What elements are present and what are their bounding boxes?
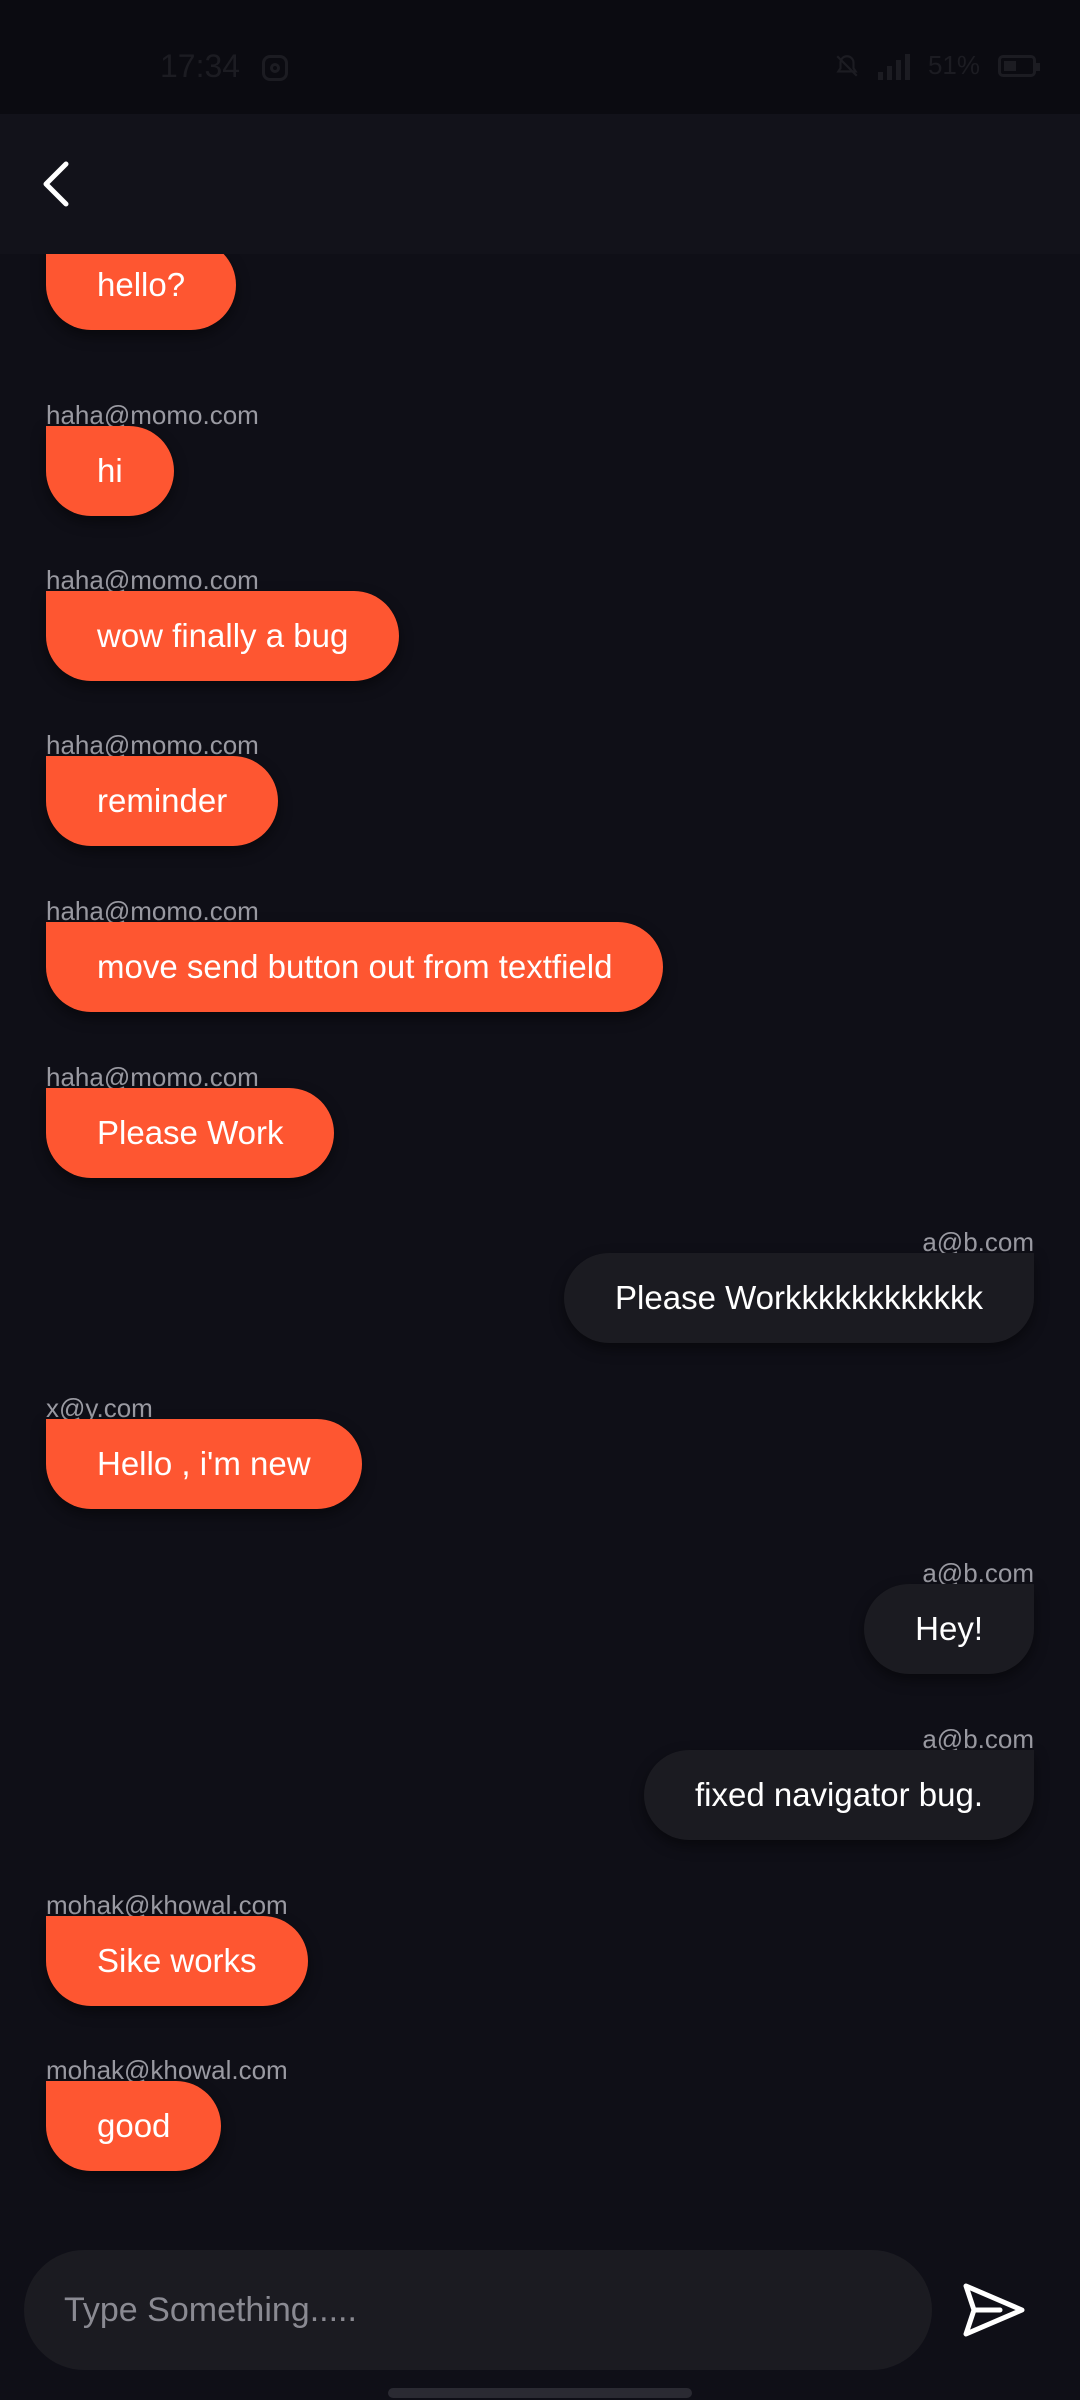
message-bubble[interactable]: Hey! xyxy=(864,1584,1034,1674)
send-icon[interactable] xyxy=(960,2276,1028,2344)
message-input[interactable] xyxy=(24,2250,932,2370)
message-bubble[interactable]: Hello , i'm new xyxy=(46,1419,362,1509)
composer-bar xyxy=(0,2220,1080,2400)
back-arrow-icon[interactable] xyxy=(28,154,88,214)
message-list[interactable]: hello? haha@momo.com hi haha@momo.com wo… xyxy=(0,254,1080,2220)
message-bubble[interactable]: hi xyxy=(46,426,174,516)
message-bubble[interactable]: Sike works xyxy=(46,1916,308,2006)
message-bubble[interactable]: fixed navigator bug. xyxy=(643,1750,1034,1840)
status-indicators: 51% xyxy=(834,50,1040,81)
message-bubble[interactable]: Please Workkkkkkkkkkkk xyxy=(564,1253,1034,1343)
message-bubble[interactable]: reminder xyxy=(46,756,279,846)
signal-icon xyxy=(877,52,910,80)
battery-percentage: 51% xyxy=(927,50,980,80)
status-time: 17:34 xyxy=(160,48,241,84)
message-bubble[interactable]: move send button out from textfield xyxy=(46,922,664,1012)
home-indicator xyxy=(388,2388,692,2398)
message-bubble[interactable]: good xyxy=(46,2081,222,2171)
app-bar xyxy=(0,114,1080,254)
message-bubble[interactable]: hello? xyxy=(46,254,237,330)
status-bar: 17:34 51% xyxy=(0,0,1080,114)
mute-icon xyxy=(836,54,858,77)
message-bubble[interactable]: Please Work xyxy=(46,1088,335,1178)
instagram-notification-icon xyxy=(262,55,288,81)
message-bubble[interactable]: wow finally a bug xyxy=(46,591,400,681)
battery-icon xyxy=(998,54,1040,77)
